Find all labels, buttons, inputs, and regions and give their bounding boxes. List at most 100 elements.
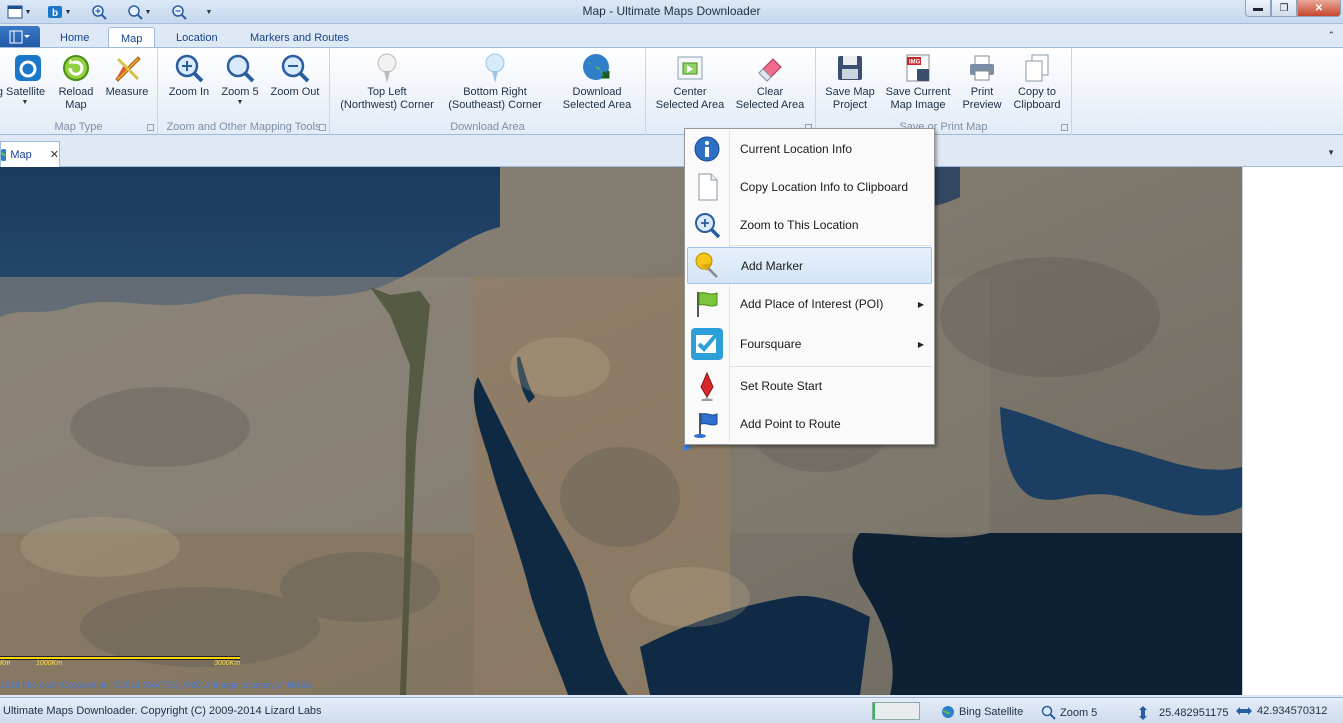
- close-button[interactable]: ✕: [1297, 0, 1341, 17]
- save-map-project-button[interactable]: Save Map Project: [822, 51, 878, 112]
- tab-location[interactable]: Location: [164, 27, 230, 48]
- zoom-icon: [226, 54, 255, 83]
- download-progress-bar: [872, 702, 920, 720]
- map-view[interactable]: Km 1000Km 3000Km 2014 Microsoft Corporat…: [0, 167, 1242, 695]
- title-bar: ▼ b ▼ ▼ ▼ Map - Ultimate Maps Downloader …: [0, 0, 1343, 24]
- group-label-map-type: Map Type: [54, 121, 103, 133]
- scale-label: 3000Km: [214, 660, 241, 667]
- zoom-icon: [1041, 705, 1056, 720]
- menu-item-current-location-info[interactable]: Current Location Info: [687, 131, 932, 167]
- chevron-down-icon: ▼: [1327, 148, 1335, 157]
- group-zoom: Zoom In Zoom 5 ▼ Zoom Out Zoom and Other…: [158, 48, 330, 135]
- chevron-up-icon: ⌃: [1327, 30, 1335, 40]
- copy-icon: [1025, 54, 1049, 82]
- menu-item-add-poi[interactable]: Add Place of Interest (POI) ▶: [687, 286, 932, 322]
- minimize-ribbon-button[interactable]: ⌃: [1327, 30, 1335, 41]
- vertical-arrows-icon: [1139, 706, 1147, 720]
- printer-icon: [970, 55, 994, 81]
- app-menu-icon: [9, 30, 30, 44]
- document-tab-strip: Map ✕ ▼: [0, 136, 1343, 167]
- reload-icon: [63, 55, 89, 81]
- clear-selected-area-button[interactable]: Clear Selected Area: [732, 51, 808, 112]
- menu-item-copy-location-info[interactable]: Copy Location Info to Clipboard: [687, 169, 932, 205]
- menu-item-set-route-start[interactable]: Set Route Start: [687, 368, 932, 404]
- pushpin-icon: [695, 252, 718, 278]
- group-label-download-area: Download Area: [450, 121, 525, 133]
- status-zoom[interactable]: Zoom 5: [1041, 705, 1097, 720]
- save-map-image-button[interactable]: IMG Save Current Map Image: [882, 51, 954, 112]
- dialog-launcher-icon[interactable]: [147, 124, 154, 131]
- horizontal-arrows-icon: [1236, 707, 1252, 715]
- pin-blue-icon: [485, 53, 505, 83]
- info-icon: [694, 136, 720, 162]
- scale-label: Km: [0, 660, 11, 667]
- zoom-in-icon: [175, 54, 204, 83]
- side-panel: [1242, 167, 1343, 695]
- progress-fill: [873, 703, 876, 719]
- tab-map-document[interactable]: Map ✕: [0, 141, 60, 167]
- floppy-disk-icon: [838, 56, 862, 80]
- tab-list-dropdown[interactable]: ▼: [1327, 148, 1335, 157]
- zoom-in-button[interactable]: Zoom In: [166, 51, 212, 99]
- tab-markers-and-routes[interactable]: Markers and Routes: [238, 27, 361, 48]
- dialog-launcher-icon[interactable]: [319, 124, 326, 131]
- menu-item-add-marker[interactable]: Add Marker: [687, 247, 932, 284]
- minimize-button[interactable]: ▬: [1245, 0, 1271, 17]
- scale-label: 1000Km: [36, 660, 63, 667]
- dialog-launcher-icon[interactable]: [1061, 124, 1068, 131]
- measure-button[interactable]: Measure: [102, 51, 152, 99]
- group-map-type: g Satellite ▼ Reload Map Measure Map Typ…: [0, 48, 158, 135]
- status-latitude: 25.482951175: [1137, 705, 1229, 721]
- status-longitude: 42.934570312: [1235, 705, 1327, 717]
- menu-item-zoom-to-location[interactable]: Zoom to This Location: [687, 207, 932, 243]
- download-selected-area-button[interactable]: Download Selected Area: [552, 51, 642, 112]
- route-start-icon: [700, 371, 714, 401]
- menu-item-foursquare[interactable]: Foursquare ▶: [687, 324, 932, 364]
- print-preview-button[interactable]: Print Preview: [958, 51, 1006, 112]
- tab-map[interactable]: Map: [108, 27, 156, 49]
- svg-text:IMG: IMG: [909, 60, 921, 66]
- close-tab-icon[interactable]: ✕: [50, 148, 59, 161]
- menu-separator: [729, 245, 932, 246]
- flag-icon: [697, 292, 718, 317]
- chevron-down-icon: ▼: [21, 99, 29, 106]
- bing-satellite-button[interactable]: g Satellite ▼: [0, 51, 50, 107]
- maximize-button[interactable]: ❐: [1271, 0, 1297, 17]
- route-point-flag-icon: [694, 413, 718, 438]
- window-controls: ▬ ❐ ✕: [1245, 0, 1341, 17]
- maximize-icon: ❐: [1279, 2, 1289, 14]
- globe-download-icon: [583, 54, 610, 80]
- center-selection-icon: [677, 56, 703, 80]
- status-map-type[interactable]: Bing Satellite: [941, 705, 1023, 719]
- copy-icon: [698, 173, 718, 201]
- zoom-level-button[interactable]: Zoom 5 ▼: [218, 51, 262, 107]
- copy-to-clipboard-button[interactable]: Copy to Clipboard: [1010, 51, 1064, 112]
- bing-icon: [15, 55, 41, 81]
- group-download-area: Top Left (Northwest) Corner Bottom Right…: [330, 48, 646, 135]
- status-bar: Ultimate Maps Downloader. Copyright (C) …: [0, 697, 1343, 723]
- map-copyright: 2014 Microsoft Corporation, ©2014 NAVTEQ…: [0, 680, 312, 690]
- ribbon-tab-row: Home Map Location Markers and Routes ⌃: [0, 24, 1343, 49]
- context-menu: Current Location Info Copy Location Info…: [684, 128, 935, 445]
- group-save-print: Save Map Project IMG Save Current Map Im…: [816, 48, 1072, 135]
- center-selected-area-button[interactable]: Center Selected Area: [652, 51, 728, 112]
- application-menu-button[interactable]: [0, 26, 40, 48]
- reload-map-button[interactable]: Reload Map: [54, 51, 98, 112]
- tab-home[interactable]: Home: [48, 27, 101, 48]
- chevron-down-icon: ▼: [236, 99, 244, 106]
- zoom-in-icon: [695, 213, 721, 239]
- pin-light-icon: [377, 53, 397, 83]
- image-save-icon: IMG: [906, 54, 930, 82]
- foursquare-check-icon: [691, 328, 723, 360]
- map-globe-icon: [1, 148, 7, 161]
- bottom-right-corner-button[interactable]: Bottom Right (Southeast) Corner: [442, 51, 548, 112]
- zoom-out-button[interactable]: Zoom Out: [268, 51, 322, 99]
- top-left-corner-button[interactable]: Top Left (Northwest) Corner: [334, 51, 440, 112]
- close-icon: ✕: [1314, 2, 1324, 14]
- status-copyright: Ultimate Maps Downloader. Copyright (C) …: [3, 705, 322, 717]
- eraser-icon: [758, 58, 782, 82]
- ribbon: g Satellite ▼ Reload Map Measure Map Typ…: [0, 47, 1343, 135]
- globe-icon: [942, 706, 954, 718]
- menu-item-add-point-to-route[interactable]: Add Point to Route: [687, 406, 932, 442]
- satellite-map-image: [0, 167, 1242, 695]
